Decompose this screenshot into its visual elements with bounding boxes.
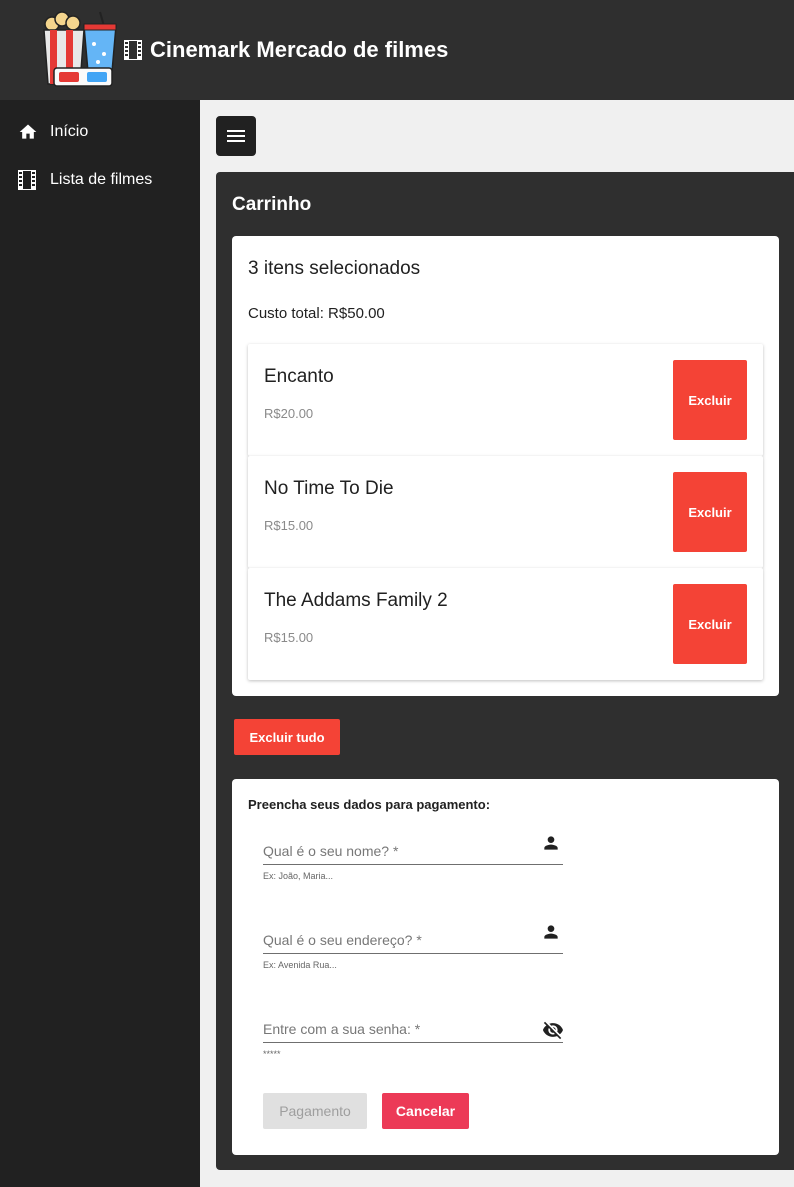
home-icon <box>19 124 37 139</box>
cart-card: 3 itens selecionados Custo total: R$50.0… <box>232 236 779 696</box>
delete-all-button[interactable]: Excluir tudo <box>234 719 340 755</box>
sidebar: Início Lista de filmes <box>0 100 200 1187</box>
sidebar-item-lista-de-filmes[interactable]: Lista de filmes <box>0 160 200 200</box>
menu-toggle-button[interactable] <box>216 116 256 156</box>
name-field[interactable]: Qual é o seu nome? * <box>263 831 563 865</box>
payment-form: Preencha seus dados para pagamento: Qual… <box>232 779 779 1155</box>
pay-button[interactable]: Pagamento <box>263 1093 367 1129</box>
person-icon <box>544 836 558 850</box>
popcorn-logo-icon <box>43 11 117 87</box>
movie-title: No Time To Die <box>264 478 394 499</box>
film-icon <box>18 170 36 190</box>
hamburger-menu-icon <box>227 130 245 142</box>
form-title: Preencha seus dados para pagamento: <box>248 797 491 812</box>
sidebar-item-inicio[interactable]: Início <box>0 112 200 152</box>
cart-item: The Addams Family 2 R$15.00 Excluir <box>248 568 763 680</box>
movie-price: R$15.00 <box>264 518 314 533</box>
cart-item-count: 3 itens selecionados <box>248 258 421 279</box>
movie-price: R$15.00 <box>264 630 314 645</box>
delete-item-button[interactable]: Excluir <box>673 584 747 664</box>
movie-price: R$20.00 <box>264 406 314 421</box>
cancel-button[interactable]: Cancelar <box>382 1093 469 1129</box>
password-field-label: Entre com a sua senha: * <box>263 1021 421 1037</box>
address-field-hint: Ex: Avenida Rua... <box>263 960 337 970</box>
movie-title: Encanto <box>264 366 334 387</box>
password-field-hint: ***** <box>263 1049 281 1059</box>
eye-off-icon[interactable] <box>541 1019 565 1041</box>
sidebar-item-label: Início <box>50 123 89 140</box>
app-title: Cinemark Mercado de filmes <box>150 37 449 62</box>
password-field[interactable]: Entre com a sua senha: * <box>263 1009 563 1043</box>
cart-item: Encanto R$20.00 Excluir <box>248 344 763 456</box>
address-field-label: Qual é o seu endereço? * <box>263 932 422 948</box>
page-title: Carrinho <box>232 194 312 215</box>
movie-title: The Addams Family 2 <box>264 590 448 611</box>
sidebar-item-label: Lista de filmes <box>50 171 153 188</box>
total-value: R$50.00 <box>328 305 385 322</box>
top-app-bar: Cinemark Mercado de filmes <box>0 0 794 100</box>
cart-item: No Time To Die R$15.00 Excluir <box>248 456 763 568</box>
name-field-hint: Ex: João, Maria... <box>263 871 334 881</box>
delete-item-button[interactable]: Excluir <box>673 360 747 440</box>
address-field[interactable]: Qual é o seu endereço? * <box>263 920 563 954</box>
total-label: Custo total: <box>248 305 324 322</box>
name-field-label: Qual é o seu nome? * <box>263 843 399 859</box>
film-icon <box>124 40 142 60</box>
cart-total: Custo total: R$50.00 <box>248 305 385 322</box>
cart-panel: Carrinho 3 itens selecionados Custo tota… <box>216 172 794 1170</box>
person-icon <box>544 925 558 939</box>
delete-item-button[interactable]: Excluir <box>673 472 747 552</box>
